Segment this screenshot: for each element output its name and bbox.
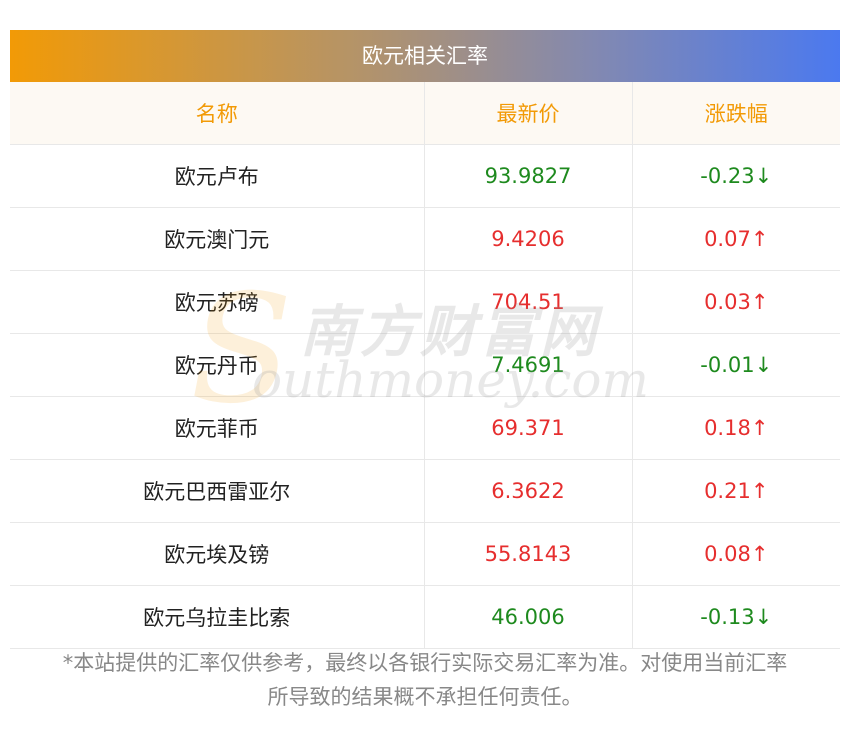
currency-pair-name: 欧元卢布 <box>10 144 425 208</box>
change-percent: -0.13↓ <box>631 585 840 649</box>
header-name: 名称 <box>10 82 425 145</box>
table-row: 欧元乌拉圭比索 46.006 -0.13↓ <box>10 585 840 649</box>
currency-pair-name: 欧元乌拉圭比索 <box>10 585 425 649</box>
currency-pair-name: 欧元菲币 <box>10 396 425 460</box>
table-row: 欧元巴西雷亚尔 6.3622 0.21↑ <box>10 459 840 523</box>
latest-price: 46.006 <box>423 585 633 649</box>
rates-card: 欧元相关汇率 名称 最新价 涨跌幅 欧元卢布 93.9827 -0.23↓ 欧元… <box>10 30 840 649</box>
table-row: 欧元丹币 7.4691 -0.01↓ <box>10 333 840 397</box>
disclaimer-line-1: *本站提供的汇率仅供参考，最终以各银行实际交易汇率为准。对使用当前汇率 <box>62 651 788 675</box>
disclaimer-note: *本站提供的汇率仅供参考，最终以各银行实际交易汇率为准。对使用当前汇率 所导致的… <box>0 646 850 714</box>
currency-pair-name: 欧元苏磅 <box>10 270 425 334</box>
latest-price: 704.51 <box>423 270 633 334</box>
change-percent: 0.03↑ <box>631 270 840 334</box>
change-percent: 0.08↑ <box>631 522 840 586</box>
change-percent: 0.07↑ <box>631 207 840 271</box>
header-price: 最新价 <box>423 82 633 145</box>
header-row: 名称 最新价 涨跌幅 <box>10 82 840 145</box>
latest-price: 55.8143 <box>423 522 633 586</box>
latest-price: 9.4206 <box>423 207 633 271</box>
currency-pair-name: 欧元巴西雷亚尔 <box>10 459 425 523</box>
table-row: 欧元苏磅 704.51 0.03↑ <box>10 270 840 334</box>
header-change: 涨跌幅 <box>631 82 840 145</box>
currency-pair-name: 欧元丹币 <box>10 333 425 397</box>
currency-pair-name: 欧元澳门元 <box>10 207 425 271</box>
table-title: 欧元相关汇率 <box>10 30 840 82</box>
rates-table: 名称 最新价 涨跌幅 欧元卢布 93.9827 -0.23↓ 欧元澳门元 9.4… <box>10 82 840 649</box>
latest-price: 93.9827 <box>423 144 633 208</box>
latest-price: 6.3622 <box>423 459 633 523</box>
currency-pair-name: 欧元埃及镑 <box>10 522 425 586</box>
change-percent: 0.21↑ <box>631 459 840 523</box>
latest-price: 7.4691 <box>423 333 633 397</box>
table-row: 欧元卢布 93.9827 -0.23↓ <box>10 144 840 208</box>
table-row: 欧元澳门元 9.4206 0.07↑ <box>10 207 840 271</box>
table-row: 欧元菲币 69.371 0.18↑ <box>10 396 840 460</box>
disclaimer-line-2: 所导致的结果概不承担任何责任。 <box>267 685 583 709</box>
table-row: 欧元埃及镑 55.8143 0.08↑ <box>10 522 840 586</box>
latest-price: 69.371 <box>423 396 633 460</box>
change-percent: 0.18↑ <box>631 396 840 460</box>
change-percent: -0.23↓ <box>631 144 840 208</box>
change-percent: -0.01↓ <box>631 333 840 397</box>
